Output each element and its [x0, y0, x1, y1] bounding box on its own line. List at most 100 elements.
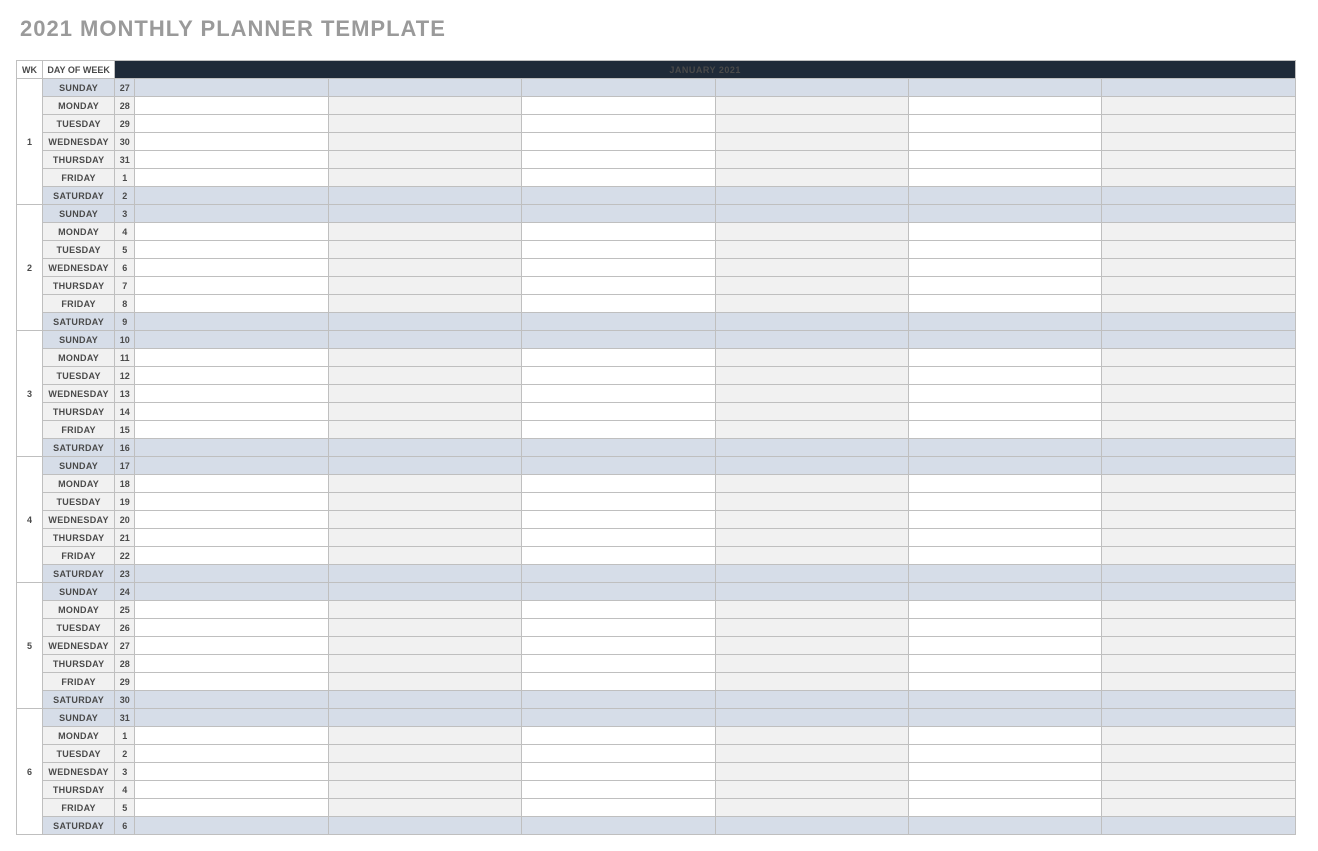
- planner-slot[interactable]: [135, 529, 328, 547]
- planner-slot[interactable]: [328, 349, 521, 367]
- planner-slot[interactable]: [135, 601, 328, 619]
- planner-slot[interactable]: [135, 133, 328, 151]
- planner-slot[interactable]: [522, 349, 715, 367]
- planner-slot[interactable]: [715, 79, 908, 97]
- planner-slot[interactable]: [522, 169, 715, 187]
- planner-slot[interactable]: [908, 781, 1101, 799]
- planner-slot[interactable]: [328, 331, 521, 349]
- planner-slot[interactable]: [715, 565, 908, 583]
- planner-slot[interactable]: [328, 133, 521, 151]
- planner-slot[interactable]: [715, 277, 908, 295]
- planner-slot[interactable]: [715, 421, 908, 439]
- planner-slot[interactable]: [135, 259, 328, 277]
- planner-slot[interactable]: [715, 673, 908, 691]
- planner-slot[interactable]: [715, 115, 908, 133]
- planner-slot[interactable]: [135, 79, 328, 97]
- planner-slot[interactable]: [522, 385, 715, 403]
- planner-slot[interactable]: [1102, 205, 1296, 223]
- planner-slot[interactable]: [908, 583, 1101, 601]
- planner-slot[interactable]: [1102, 277, 1296, 295]
- planner-slot[interactable]: [522, 151, 715, 169]
- planner-slot[interactable]: [328, 151, 521, 169]
- planner-slot[interactable]: [715, 493, 908, 511]
- planner-slot[interactable]: [715, 349, 908, 367]
- planner-slot[interactable]: [522, 97, 715, 115]
- planner-slot[interactable]: [1102, 529, 1296, 547]
- planner-slot[interactable]: [522, 421, 715, 439]
- planner-slot[interactable]: [135, 169, 328, 187]
- planner-slot[interactable]: [135, 709, 328, 727]
- planner-slot[interactable]: [715, 295, 908, 313]
- planner-slot[interactable]: [908, 115, 1101, 133]
- planner-slot[interactable]: [135, 799, 328, 817]
- planner-slot[interactable]: [715, 259, 908, 277]
- planner-slot[interactable]: [135, 277, 328, 295]
- planner-slot[interactable]: [1102, 781, 1296, 799]
- planner-slot[interactable]: [715, 205, 908, 223]
- planner-slot[interactable]: [1102, 691, 1296, 709]
- planner-slot[interactable]: [328, 313, 521, 331]
- planner-slot[interactable]: [135, 151, 328, 169]
- planner-slot[interactable]: [328, 277, 521, 295]
- planner-slot[interactable]: [1102, 169, 1296, 187]
- planner-slot[interactable]: [328, 763, 521, 781]
- planner-slot[interactable]: [328, 601, 521, 619]
- planner-slot[interactable]: [522, 295, 715, 313]
- planner-slot[interactable]: [908, 79, 1101, 97]
- planner-slot[interactable]: [715, 655, 908, 673]
- planner-slot[interactable]: [135, 619, 328, 637]
- planner-slot[interactable]: [135, 493, 328, 511]
- planner-slot[interactable]: [522, 241, 715, 259]
- planner-slot[interactable]: [908, 277, 1101, 295]
- planner-slot[interactable]: [522, 475, 715, 493]
- planner-slot[interactable]: [135, 655, 328, 673]
- planner-slot[interactable]: [328, 655, 521, 673]
- planner-slot[interactable]: [908, 817, 1101, 835]
- planner-slot[interactable]: [1102, 457, 1296, 475]
- planner-slot[interactable]: [715, 529, 908, 547]
- planner-slot[interactable]: [522, 547, 715, 565]
- planner-slot[interactable]: [135, 781, 328, 799]
- planner-slot[interactable]: [908, 295, 1101, 313]
- planner-slot[interactable]: [715, 367, 908, 385]
- planner-slot[interactable]: [522, 583, 715, 601]
- planner-slot[interactable]: [522, 79, 715, 97]
- planner-slot[interactable]: [908, 205, 1101, 223]
- planner-slot[interactable]: [715, 331, 908, 349]
- planner-slot[interactable]: [328, 547, 521, 565]
- planner-slot[interactable]: [715, 637, 908, 655]
- planner-slot[interactable]: [522, 313, 715, 331]
- planner-slot[interactable]: [908, 421, 1101, 439]
- planner-slot[interactable]: [715, 619, 908, 637]
- planner-slot[interactable]: [328, 223, 521, 241]
- planner-slot[interactable]: [908, 439, 1101, 457]
- planner-slot[interactable]: [908, 673, 1101, 691]
- planner-slot[interactable]: [715, 187, 908, 205]
- planner-slot[interactable]: [715, 223, 908, 241]
- planner-slot[interactable]: [522, 223, 715, 241]
- planner-slot[interactable]: [328, 457, 521, 475]
- planner-slot[interactable]: [1102, 79, 1296, 97]
- planner-slot[interactable]: [715, 475, 908, 493]
- planner-slot[interactable]: [908, 763, 1101, 781]
- planner-slot[interactable]: [908, 223, 1101, 241]
- planner-slot[interactable]: [1102, 241, 1296, 259]
- planner-slot[interactable]: [135, 313, 328, 331]
- planner-slot[interactable]: [135, 187, 328, 205]
- planner-slot[interactable]: [1102, 493, 1296, 511]
- planner-slot[interactable]: [908, 475, 1101, 493]
- planner-slot[interactable]: [908, 727, 1101, 745]
- planner-slot[interactable]: [715, 583, 908, 601]
- planner-slot[interactable]: [135, 565, 328, 583]
- planner-slot[interactable]: [135, 331, 328, 349]
- planner-slot[interactable]: [908, 565, 1101, 583]
- planner-slot[interactable]: [908, 547, 1101, 565]
- planner-slot[interactable]: [522, 367, 715, 385]
- planner-slot[interactable]: [522, 493, 715, 511]
- planner-slot[interactable]: [328, 637, 521, 655]
- planner-slot[interactable]: [522, 655, 715, 673]
- planner-slot[interactable]: [135, 457, 328, 475]
- planner-slot[interactable]: [908, 511, 1101, 529]
- planner-slot[interactable]: [908, 259, 1101, 277]
- planner-slot[interactable]: [328, 817, 521, 835]
